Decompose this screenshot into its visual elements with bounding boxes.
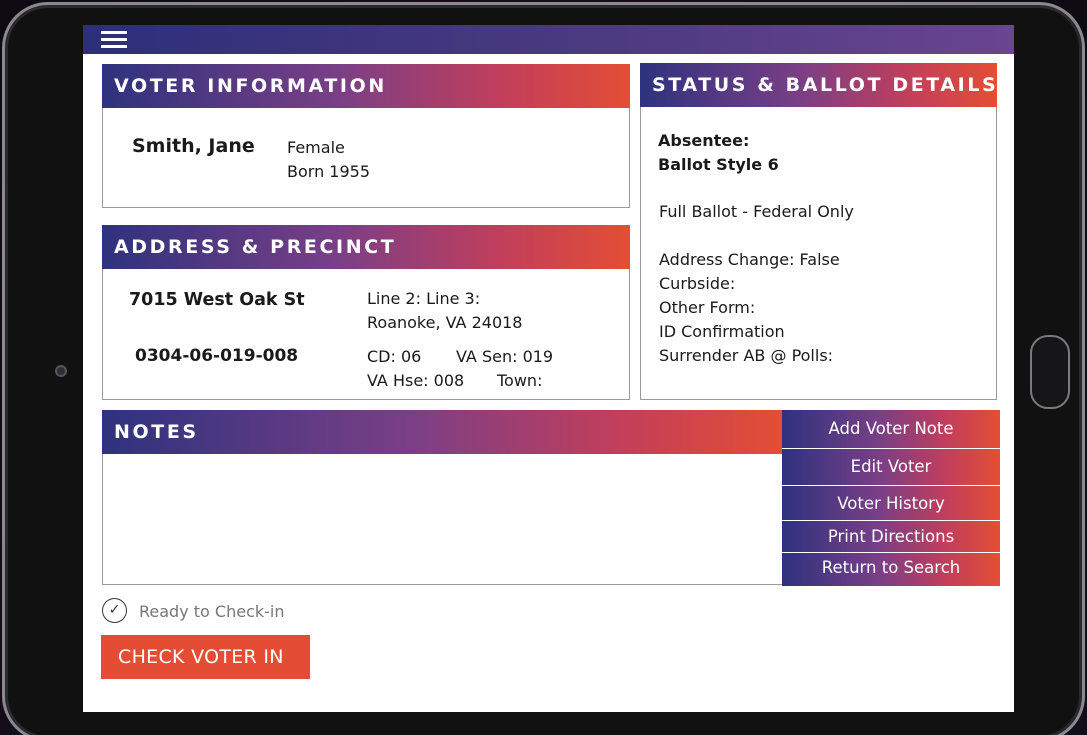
top-bar <box>83 25 1014 54</box>
camera-icon <box>55 365 67 377</box>
congressional-district: CD: 06 <box>367 347 422 366</box>
other-form: Other Form: <box>659 298 756 317</box>
full-ballot: Full Ballot - Federal Only <box>659 202 854 221</box>
hamburger-menu-icon[interactable] <box>101 31 129 49</box>
city-state-zip: Roanoke, VA 24018 <box>367 313 523 332</box>
app-screen: VOTER INFORMATION Smith, Jane Female Bor… <box>83 25 1014 712</box>
check-voter-in-button[interactable]: CHECK VOTER IN <box>101 635 310 679</box>
edit-voter-button[interactable]: Edit Voter <box>782 449 1000 486</box>
va-house-district: VA Hse: 008 <box>367 371 465 390</box>
notes-header: NOTES <box>102 410 783 454</box>
return-to-search-button[interactable]: Return to Search <box>782 553 1000 586</box>
voter-history-button[interactable]: Voter History <box>782 486 1000 521</box>
surrender-ab: Surrender AB @ Polls: <box>659 346 834 365</box>
status-ballot-panel: STATUS & BALLOT DETAILS Absentee: Ballot… <box>640 63 997 400</box>
notes-panel: NOTES <box>102 410 783 585</box>
check-circle-icon: ✓ <box>102 598 127 623</box>
voter-information-panel: VOTER INFORMATION Smith, Jane Female Bor… <box>102 64 630 208</box>
va-senate-district: VA Sen: 019 <box>456 347 554 366</box>
absentee-label: Absentee: <box>658 131 750 150</box>
address-change: Address Change: False <box>659 250 840 269</box>
address-lines: Line 2: Line 3: <box>367 289 481 308</box>
notes-area[interactable] <box>103 455 782 584</box>
add-voter-note-button[interactable]: Add Voter Note <box>782 410 1000 449</box>
ready-status: Ready to Check-in <box>139 602 285 621</box>
address-precinct-panel: ADDRESS & PRECINCT 7015 West Oak St Line… <box>102 225 630 400</box>
voter-name: Smith, Jane <box>132 135 255 157</box>
ballot-style: Ballot Style 6 <box>658 155 779 174</box>
id-confirmation: ID Confirmation <box>659 322 785 341</box>
print-directions-button[interactable]: Print Directions <box>782 521 1000 553</box>
voter-birth-year: Born 1955 <box>287 162 371 181</box>
status-ballot-header: STATUS & BALLOT DETAILS <box>640 63 997 107</box>
curbside: Curbside: <box>659 274 736 293</box>
home-button[interactable] <box>1030 335 1070 409</box>
voter-gender: Female <box>287 138 345 157</box>
precinct-id: 0304-06-019-008 <box>135 346 299 366</box>
town: Town: <box>497 371 543 390</box>
street-address: 7015 West Oak St <box>129 290 305 310</box>
action-buttons: Add Voter Note Edit Voter Voter History … <box>782 410 1000 586</box>
voter-information-header: VOTER INFORMATION <box>102 64 630 108</box>
address-precinct-header: ADDRESS & PRECINCT <box>102 225 630 269</box>
